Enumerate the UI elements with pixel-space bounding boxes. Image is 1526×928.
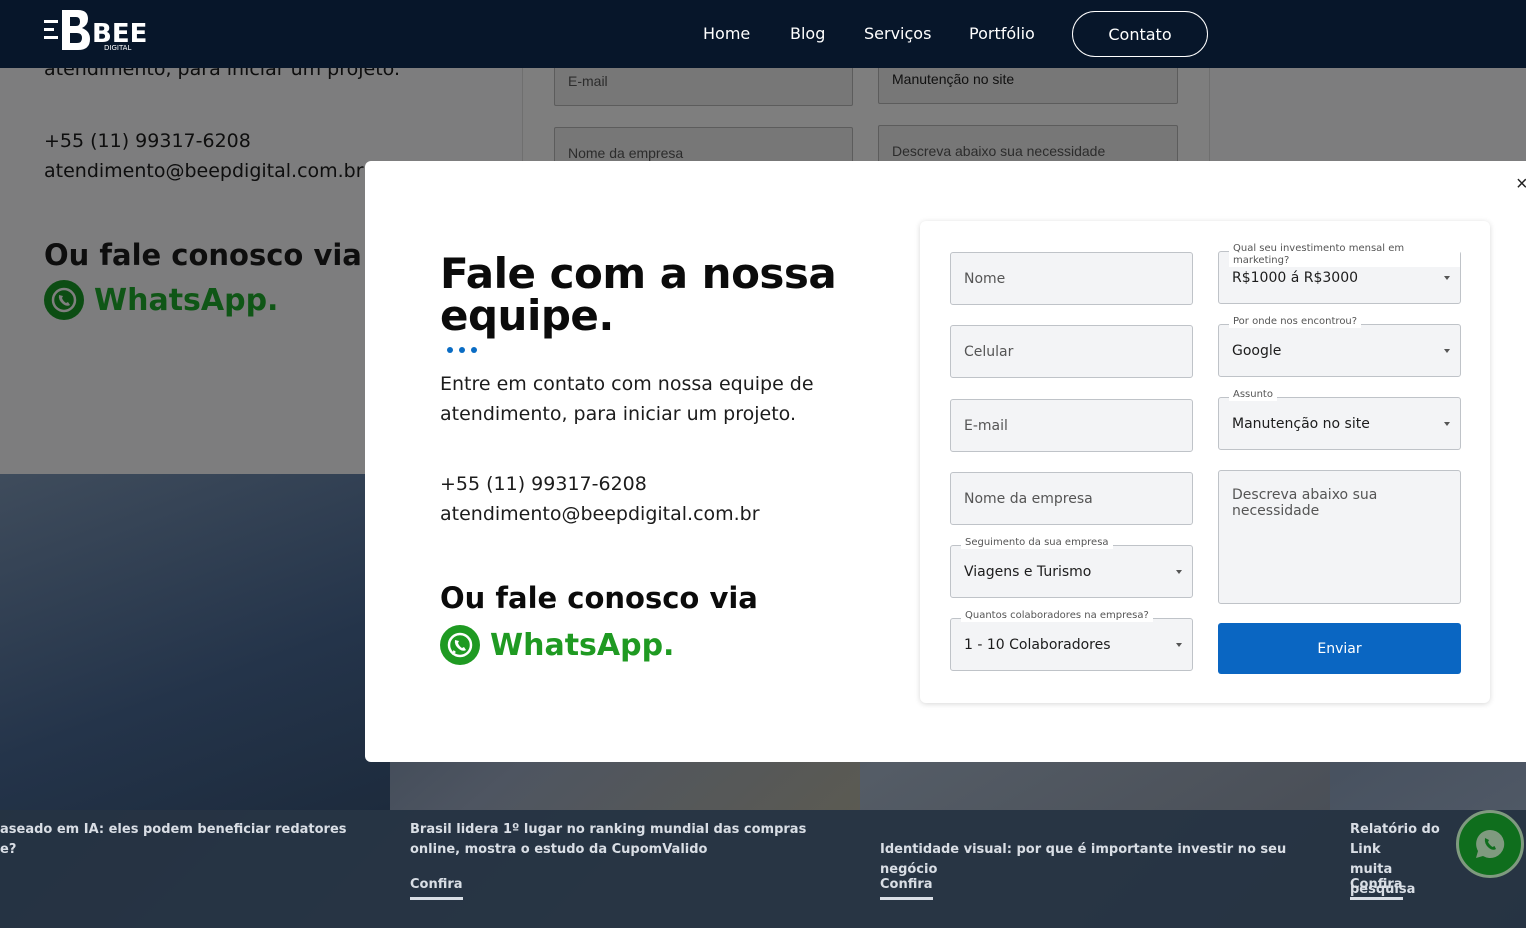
logo-subtitle: DIGITAL: [104, 44, 131, 52]
bg-whatsapp-icon: [44, 280, 84, 320]
subject-label: Assunto: [1229, 389, 1277, 401]
floating-whatsapp-button[interactable]: [1456, 810, 1524, 878]
bg-phone: +55 (11) 99317-6208: [44, 130, 251, 152]
nav-home[interactable]: Home: [703, 24, 750, 43]
blog-link-3[interactable]: Confira: [880, 877, 933, 900]
segment-label: Seguimento da sua empresa: [961, 537, 1113, 549]
modal-description: Entre em contato com nossa equipe de ate…: [440, 373, 814, 425]
contact-modal: × Fale com a nossa equipe. Entre em cont…: [365, 161, 1526, 762]
submit-button[interactable]: Enviar: [1218, 623, 1461, 674]
modal-email[interactable]: atendimento@beepdigital.com.br: [440, 503, 760, 525]
source-value: Google: [1232, 342, 1282, 359]
modal-whatsapp-link[interactable]: WhatsApp.: [440, 625, 674, 665]
employees-value: 1 - 10 Colaboradores: [964, 636, 1111, 653]
chevron-down-icon: [1176, 643, 1182, 647]
company-field[interactable]: Nome da empresa: [950, 472, 1193, 525]
subject-select[interactable]: Assunto Manutenção no site: [1218, 389, 1461, 450]
chevron-down-icon: [1444, 276, 1450, 280]
chevron-down-icon: [1444, 349, 1450, 353]
modal-whatsapp-label: WhatsApp.: [490, 627, 675, 663]
name-field[interactable]: Nome: [950, 252, 1193, 305]
blog-title-2[interactable]: Brasil lidera 1º lugar no ranking mundia…: [410, 820, 820, 860]
investment-label: Qual seu investimento mensal em marketin…: [1229, 243, 1460, 267]
bg-whatsapp-label: WhatsApp.: [94, 282, 279, 318]
source-label: Por onde nos encontrou?: [1229, 316, 1362, 328]
phone-field[interactable]: Celular: [950, 325, 1193, 378]
contact-button[interactable]: Contato: [1072, 11, 1208, 57]
title-dots-decoration: [447, 347, 477, 353]
chevron-down-icon: [1444, 422, 1450, 426]
bg-whatsapp: WhatsApp.: [44, 280, 278, 320]
employees-label: Quantos colaboradores na empresa?: [961, 610, 1153, 622]
investment-select[interactable]: Qual seu investimento mensal em marketin…: [1218, 243, 1461, 304]
blog-title-3[interactable]: Identidade visual: por que é importante …: [880, 840, 1310, 880]
bg-email: atendimento@beepdigital.com.br: [44, 160, 364, 182]
nav-blog[interactable]: Blog: [790, 24, 825, 43]
blog-link-2[interactable]: Confira: [410, 877, 463, 900]
nav-portfolio[interactable]: Portfólio: [969, 24, 1035, 43]
email-field[interactable]: E-mail: [950, 399, 1193, 452]
investment-value: R$1000 á R$3000: [1232, 269, 1359, 286]
modal-phone[interactable]: +55 (11) 99317-6208: [440, 473, 647, 495]
nav-servicos[interactable]: Serviços: [864, 24, 931, 43]
blog-link-4[interactable]: Confira: [1350, 877, 1403, 900]
employees-select[interactable]: Quantos colaboradores na empresa? 1 - 10…: [950, 610, 1193, 671]
subject-value: Manutenção no site: [1232, 415, 1370, 432]
whatsapp-icon: [440, 625, 480, 665]
modal-via-label: Ou fale conosco via: [440, 581, 758, 615]
blog-title-1[interactable]: aseado em IA: eles podem beneficiar reda…: [0, 820, 380, 860]
modal-title: Fale com a nossa equipe.: [440, 249, 837, 340]
site-header: BEEP DIGITAL Home Blog Serviços Portfóli…: [0, 0, 1526, 68]
segment-value: Viagens e Turismo: [964, 563, 1092, 580]
bg-via-label: Ou fale conosco via: [44, 238, 362, 272]
message-textarea[interactable]: Descreva abaixo sua necessidade: [1218, 470, 1461, 604]
segment-select[interactable]: Seguimento da sua empresa Viagens e Turi…: [950, 537, 1193, 598]
close-icon[interactable]: ×: [1516, 173, 1526, 196]
whatsapp-icon: [1476, 829, 1505, 858]
beep-digital-logo[interactable]: BEEP DIGITAL: [44, 6, 166, 56]
contact-form: Nome Celular E-mail Nome da empresa Segu…: [920, 221, 1490, 703]
blog-image-1: [0, 474, 390, 810]
source-select[interactable]: Por onde nos encontrou? Google: [1218, 316, 1461, 377]
chevron-down-icon: [1176, 570, 1182, 574]
